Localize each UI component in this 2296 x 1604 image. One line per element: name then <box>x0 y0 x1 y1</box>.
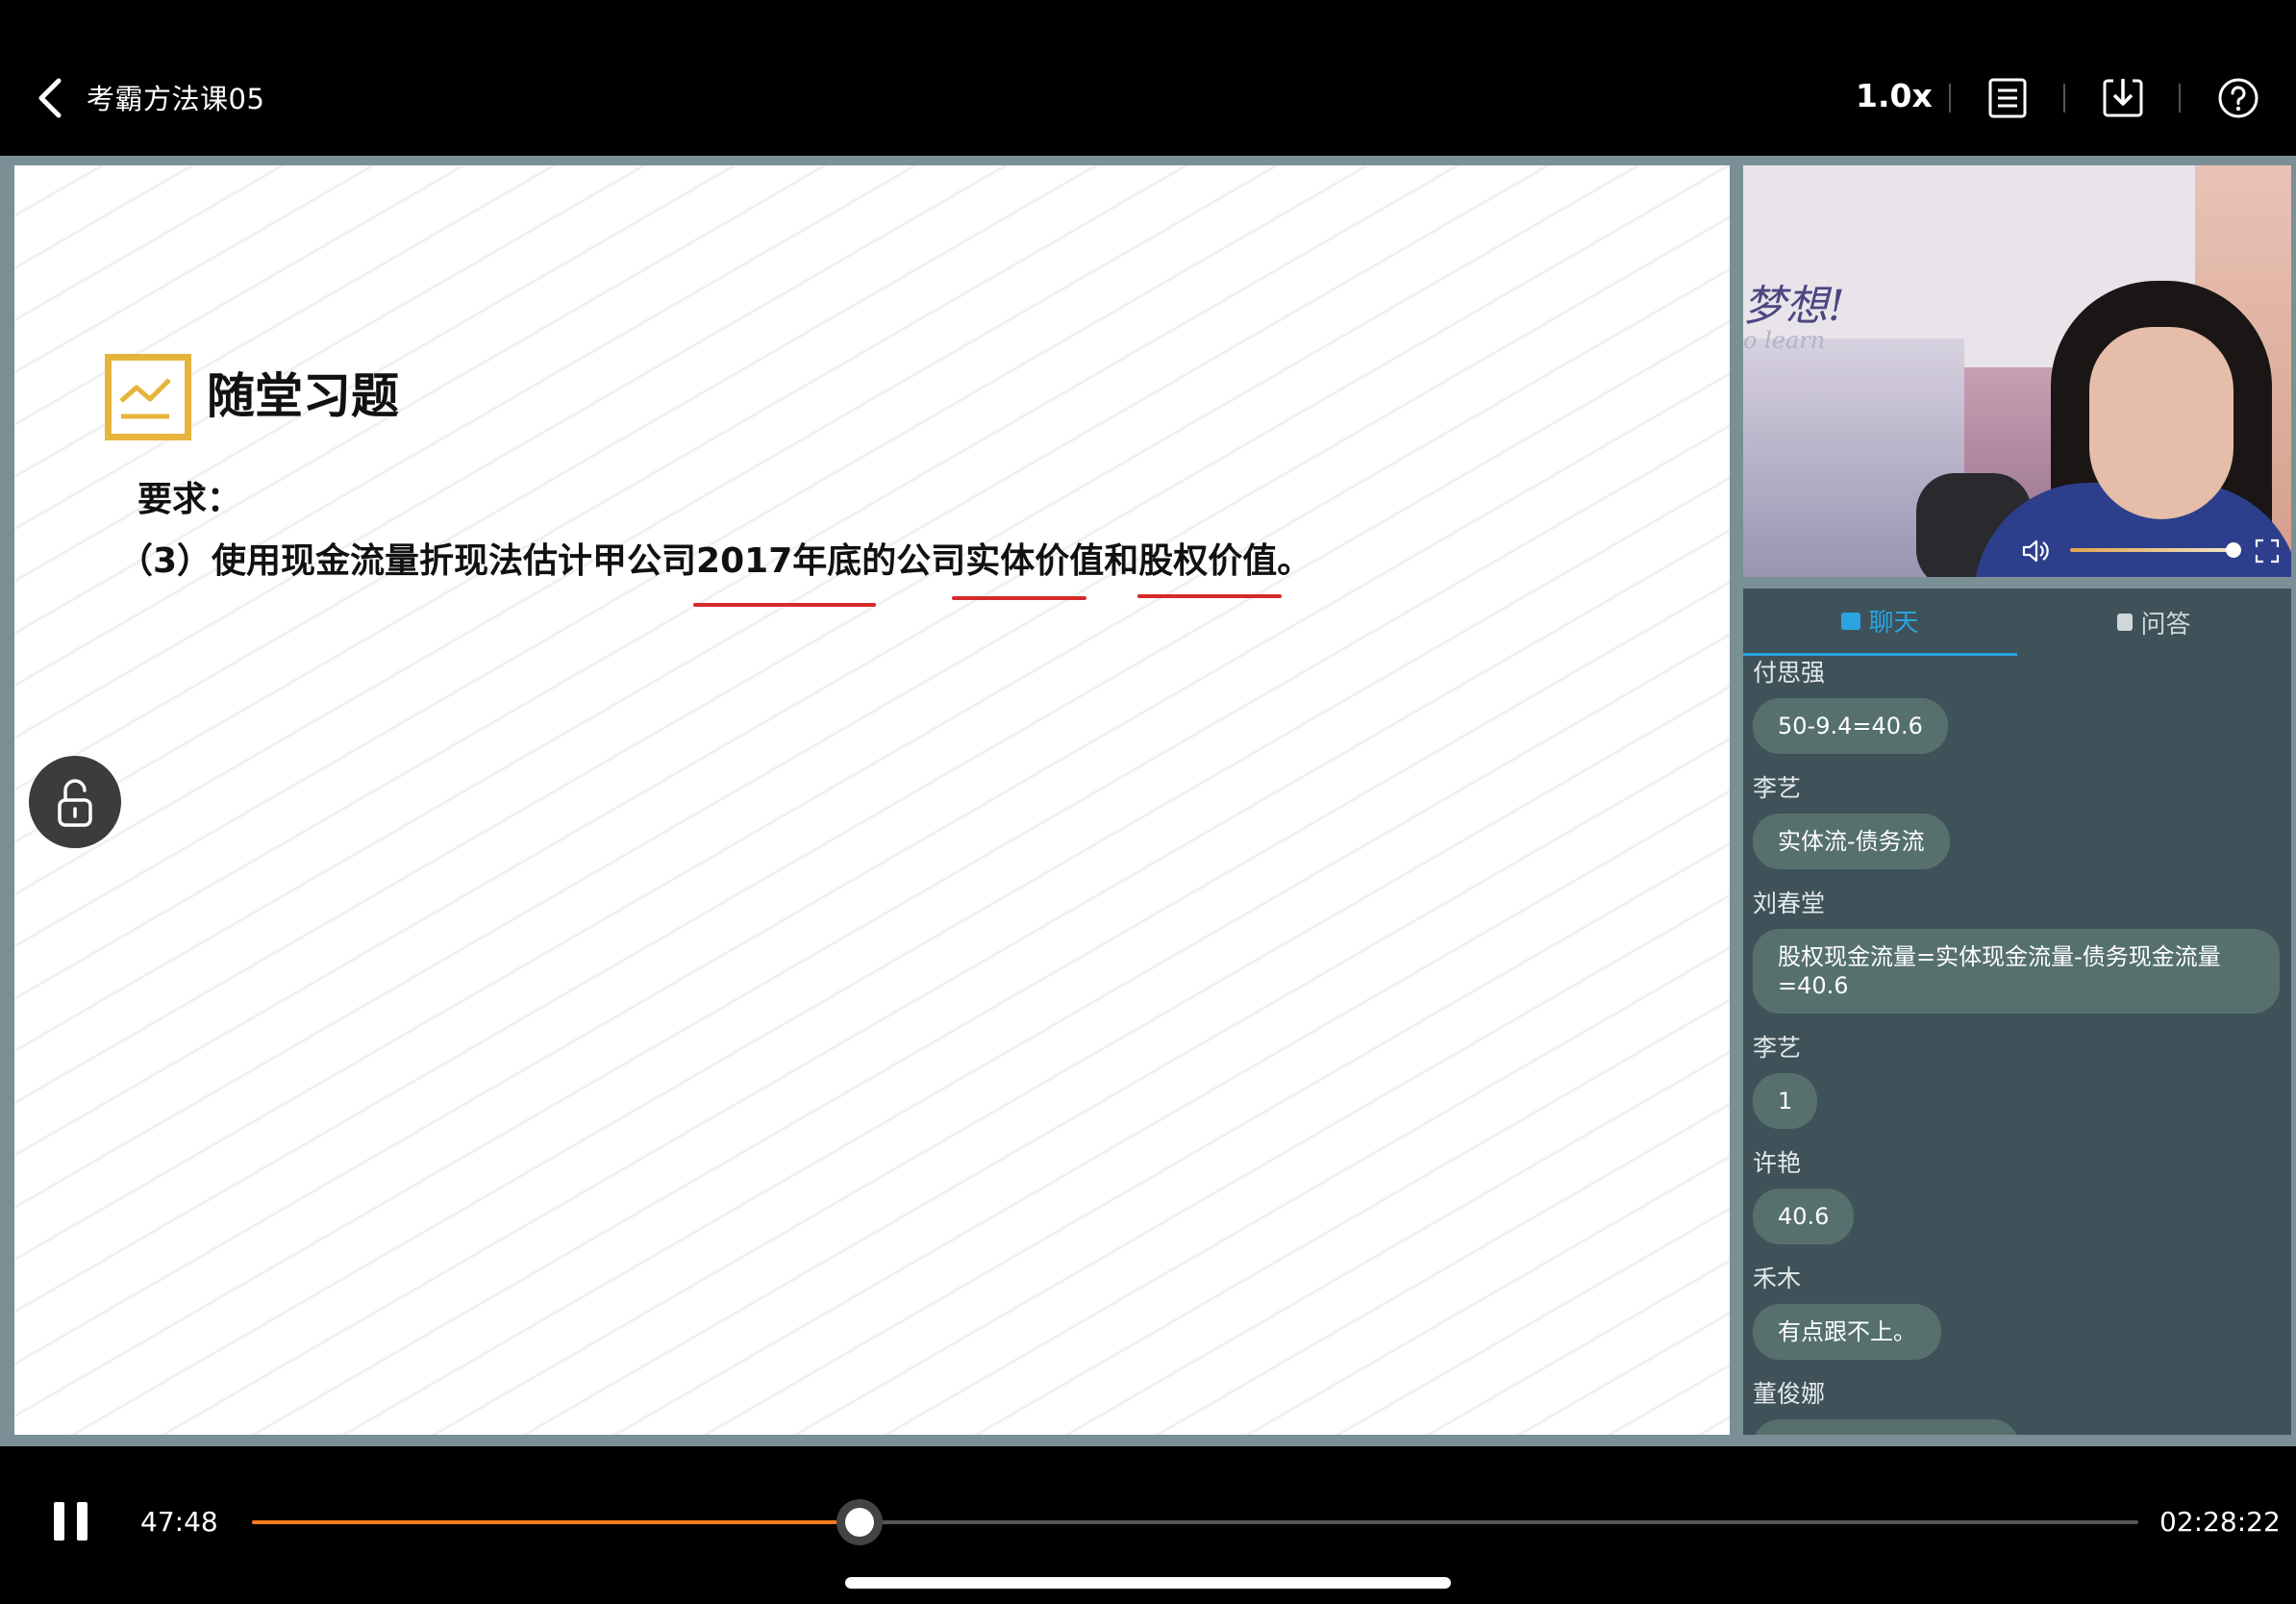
player-bar: 47:48 02:28:22 <box>0 1446 2296 1604</box>
top-bar: 考霸方法课05 1.0x <box>0 0 2296 156</box>
back-button[interactable] <box>21 69 79 127</box>
toolbar-divider <box>2063 84 2065 113</box>
annotation-underline <box>952 596 1086 600</box>
total-duration: 02:28:22 <box>2159 1506 2281 1538</box>
chat-message-author: 刘春堂 <box>1753 890 1826 917</box>
volume-slider-knob[interactable] <box>2226 542 2241 558</box>
chat-message-bubble: 股权现金流量=实体现金流量-债务现金流量=40.6 <box>1753 929 2280 1014</box>
help-icon <box>2218 78 2259 118</box>
tab-chat[interactable]: 聊天 <box>1743 589 2017 656</box>
exercise-chart-icon <box>105 354 191 440</box>
download-icon <box>2103 79 2143 117</box>
volume-icon[interactable] <box>2022 539 2051 564</box>
video-backdrop-text: 梦想! <box>1743 282 1845 331</box>
home-indicator[interactable] <box>845 1577 1451 1589</box>
chat-message-bubble: 实体流-债务流 <box>1753 814 1950 869</box>
chat-message: 实体流-债务流 <box>1743 806 2291 887</box>
requirement-label: 要求： <box>137 480 242 519</box>
tab-qa[interactable]: 问答 <box>2017 589 2291 656</box>
chat-message-bubble: 40.6 <box>1753 1189 1855 1244</box>
chat-message-author: 禾木 <box>1753 1265 1802 1292</box>
pause-button[interactable] <box>54 1502 88 1541</box>
pause-icon <box>77 1502 87 1541</box>
chat-tabs: 聊天 问答 <box>1743 589 2291 656</box>
back-icon <box>38 78 62 118</box>
teacher-face <box>2089 327 2234 519</box>
chat-message: 50-9.4=40.6 <box>1743 690 2291 771</box>
annotation-underline <box>693 603 876 607</box>
chat-message-bubble: 50-9.4=40.6 <box>1753 698 1948 754</box>
chat-message-author: 李艺 <box>1753 774 1802 802</box>
unlock-icon <box>58 779 92 827</box>
lecture-slide: 随堂习题 要求： （3）使用现金流量折现法估计甲公司2017年底的公司实体价值和… <box>14 165 1730 1435</box>
chat-message-author: 李艺 <box>1753 1034 1802 1062</box>
chapters-button[interactable] <box>1984 75 2031 121</box>
chat-message: 40.6 <box>1743 1181 2291 1262</box>
chat-message: 股权现金流量=实体现金流量-债务现金流量=40.6 <box>1743 921 2291 1031</box>
tab-qa-label: 问答 <box>2140 610 2191 639</box>
toolbar-divider <box>1949 84 1951 113</box>
teacher-video[interactable]: 梦想! o learn <box>1743 165 2291 577</box>
video-controls <box>2003 531 2291 569</box>
course-title: 考霸方法课05 <box>87 83 265 115</box>
toolbar-divider <box>2179 84 2181 113</box>
chat-bubble-icon <box>1841 612 1861 630</box>
chat-message-author: 董俊娜 <box>1753 1380 1826 1408</box>
progress-knob[interactable] <box>836 1499 883 1545</box>
chat-message-author: 付思强 <box>1753 659 1826 687</box>
chat-message: 净利润-股东权益增加 <box>1743 1412 2291 1435</box>
chat-panel: 聊天 问答 付思强 50-9.4=40.6 李艺 实体流-债务流 刘春堂 股权现金流量=实… <box>1743 589 2291 1435</box>
chat-message-bubble: 净利润-股东权益增加 <box>1753 1419 2019 1435</box>
question-icon <box>2117 614 2134 631</box>
tab-chat-label: 聊天 <box>1868 609 1919 638</box>
video-backdrop-subtext: o learn <box>1743 327 1826 354</box>
annotation-underline <box>1137 594 1282 598</box>
progress-bar[interactable] <box>252 1499 2138 1545</box>
chat-message: 有点跟不上。 <box>1743 1296 2291 1377</box>
progress-fill <box>252 1520 860 1524</box>
chat-message-bubble: 1 <box>1753 1073 1818 1129</box>
pause-icon <box>54 1502 64 1541</box>
lesson-stage: 随堂习题 要求： （3）使用现金流量折现法估计甲公司2017年底的公司实体价值和… <box>0 156 2296 1446</box>
volume-slider[interactable] <box>2070 548 2234 552</box>
download-button[interactable] <box>2100 75 2146 121</box>
question-text: （3）使用现金流量折现法估计甲公司2017年底的公司实体价值和股权价值。 <box>118 541 1312 581</box>
chapters-icon <box>1988 78 2027 118</box>
chat-message-list[interactable]: 付思强 50-9.4=40.6 李艺 实体流-债务流 刘春堂 股权现金流量=实体现金流量-… <box>1743 656 2291 1435</box>
current-time: 47:48 <box>140 1506 218 1538</box>
chat-message-author: 许艳 <box>1753 1149 1802 1177</box>
exercise-title: 随堂习题 <box>207 368 399 424</box>
chat-message: 1 <box>1743 1065 2291 1146</box>
screen-lock-button[interactable] <box>29 756 121 848</box>
help-button[interactable] <box>2215 75 2261 121</box>
fullscreen-icon[interactable] <box>2255 539 2280 564</box>
playback-speed-button[interactable]: 1.0x <box>1856 77 1933 114</box>
chat-message-bubble: 有点跟不上。 <box>1753 1304 1941 1360</box>
